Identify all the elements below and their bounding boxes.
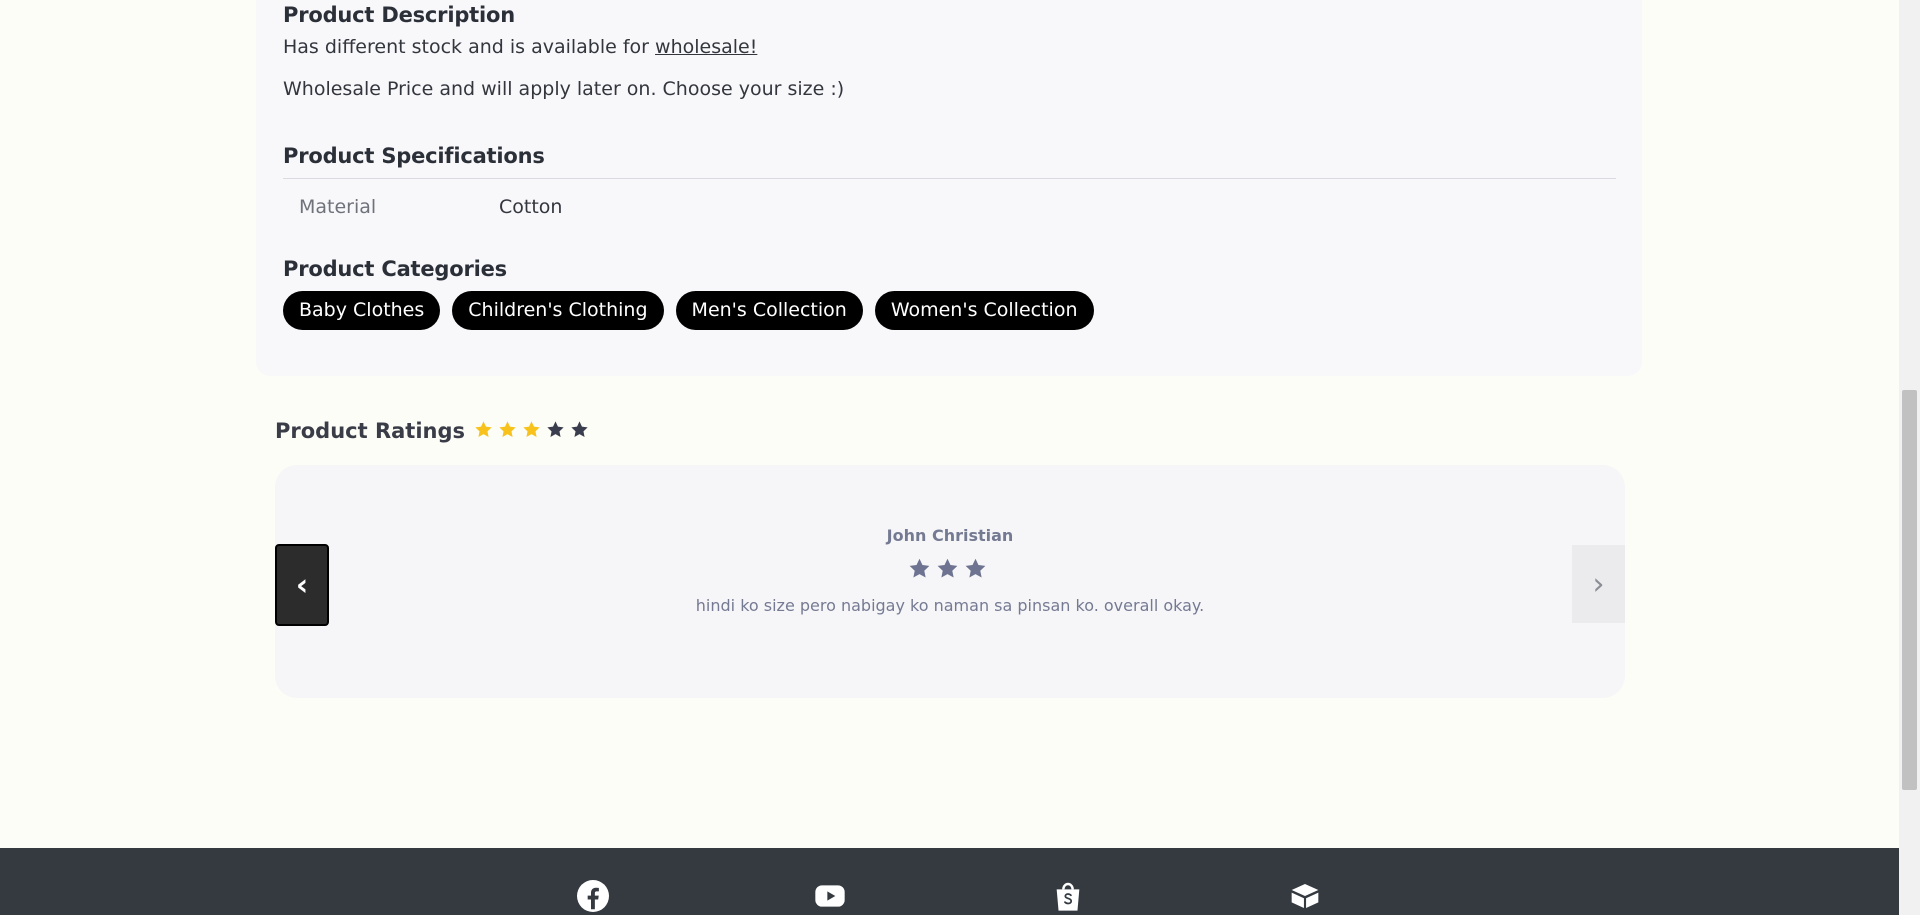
spec-key-material: Material: [299, 196, 377, 218]
category-baby-clothes[interactable]: Baby Clothes: [283, 291, 441, 330]
category-list: Baby Clothes Children's Clothing Men's C…: [283, 291, 1094, 330]
star-icon: [546, 420, 565, 439]
description-line-2: Wholesale Price and will apply later on.…: [283, 78, 845, 100]
spec-value-material: Cotton: [499, 196, 563, 218]
scrollbar-thumb[interactable]: [1902, 390, 1917, 790]
description-line-1: Has different stock and is available for…: [283, 36, 757, 58]
youtube-icon[interactable]: [814, 880, 846, 912]
description-line-1-text: Has different stock and is available for: [283, 36, 656, 58]
category-womens-collection[interactable]: Women's Collection: [874, 291, 1094, 330]
review-carousel: [275, 465, 1625, 698]
star-icon: [964, 557, 987, 580]
review-text: hindi ko size pero nabigay ko naman sa p…: [695, 596, 1205, 615]
star-icon: [908, 557, 931, 580]
star-icon: [474, 420, 493, 439]
star-icon: [936, 557, 959, 580]
product-categories-title: Product Categories: [283, 257, 507, 281]
product-page: Product Description Has different stock …: [0, 0, 1899, 915]
specifications-divider: [283, 178, 1616, 179]
star-icon: [522, 420, 541, 439]
category-childrens-clothing[interactable]: Children's Clothing: [452, 291, 664, 330]
shopee-icon[interactable]: [1052, 880, 1084, 912]
star-icon: [498, 420, 517, 439]
box-icon[interactable]: [1289, 880, 1321, 912]
review-stars: [908, 557, 987, 580]
facebook-icon[interactable]: [577, 880, 609, 912]
product-specifications-title: Product Specifications: [283, 144, 545, 168]
product-rating-stars: [474, 420, 589, 439]
footer: [0, 848, 1899, 915]
category-mens-collection[interactable]: Men's Collection: [675, 291, 863, 330]
star-icon: [570, 420, 589, 439]
product-ratings-title: Product Ratings: [275, 419, 466, 443]
wholesale-link[interactable]: wholesale!: [655, 36, 757, 58]
product-description-title: Product Description: [283, 3, 515, 27]
reviewer-name: John Christian: [886, 526, 1014, 545]
